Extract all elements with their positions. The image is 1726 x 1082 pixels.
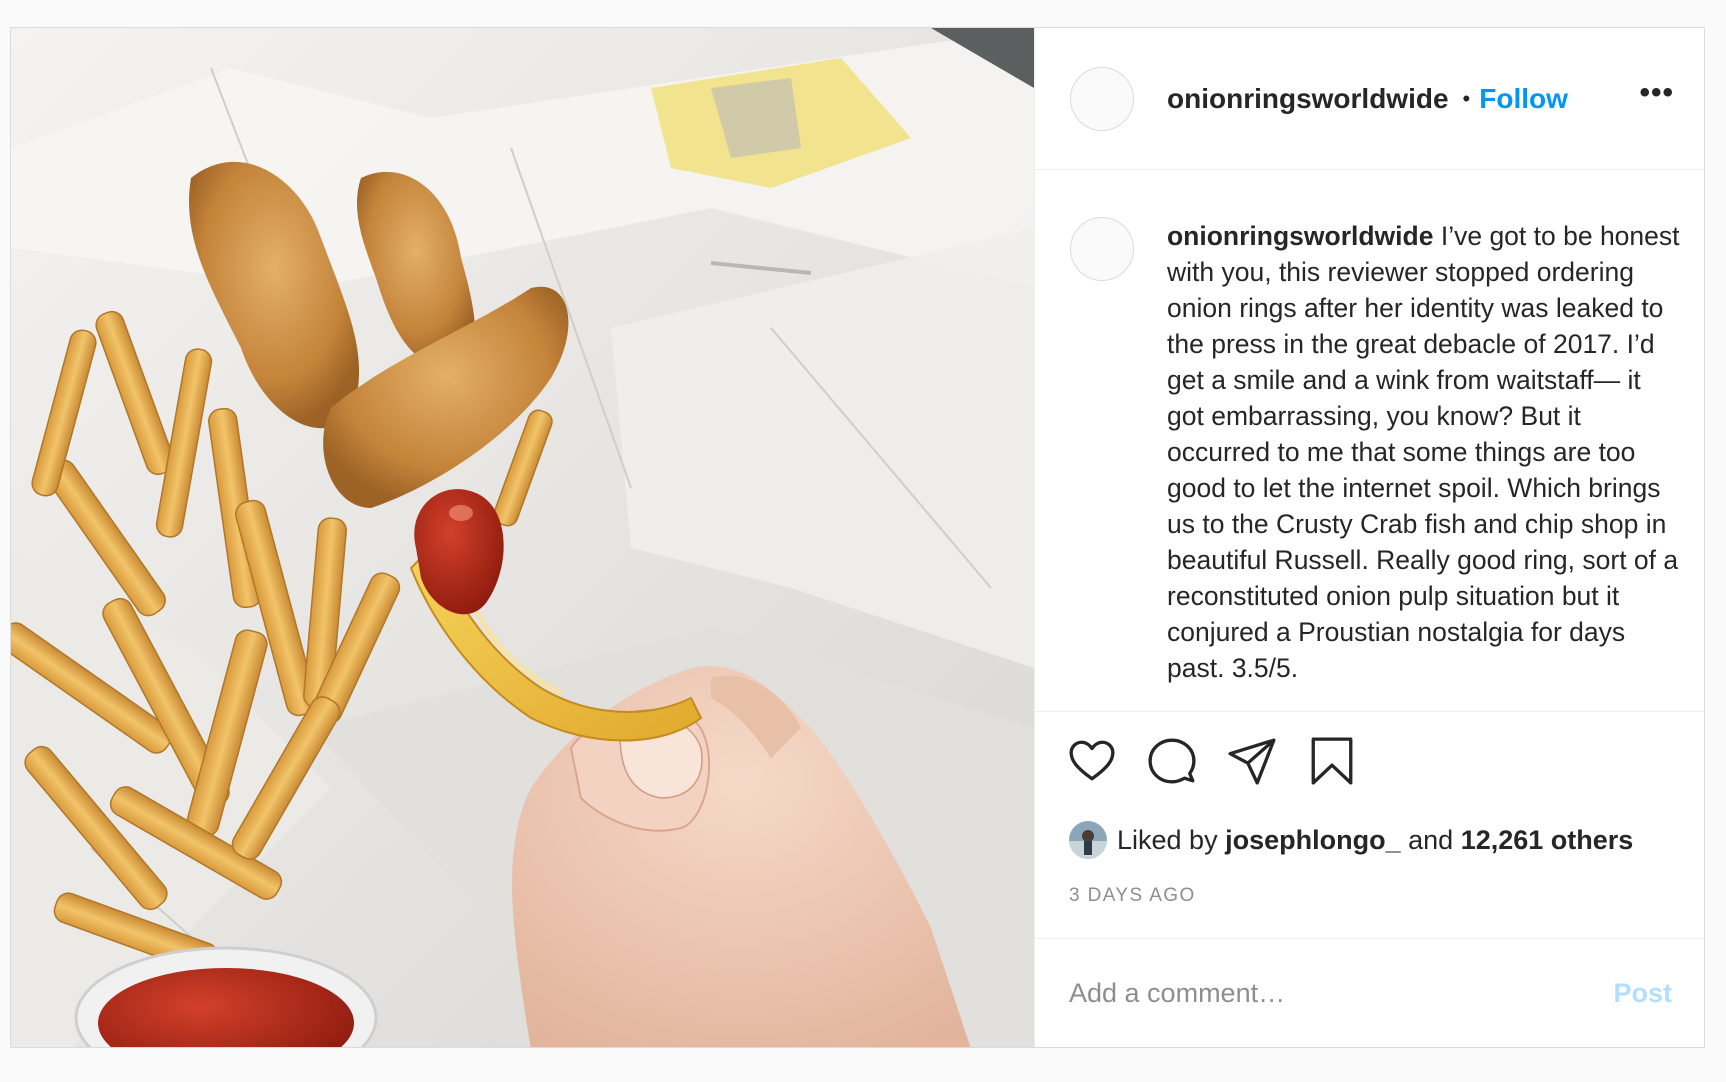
caption-author-avatar[interactable] [1070,217,1134,281]
post-side-panel: onionringsworldwide • Follow ••• onionri… [1034,28,1704,1047]
author-avatar[interactable] [1070,66,1134,131]
post-timestamp[interactable]: 3 DAYS AGO [1035,865,1704,939]
bookmark-icon[interactable] [1307,736,1357,786]
more-options-icon[interactable]: ••• [1639,77,1674,120]
liker-avatar[interactable] [1069,821,1107,859]
follow-button[interactable]: Follow [1479,83,1568,115]
comment-bar: Post [1035,939,1704,1047]
header-separator: • [1462,85,1471,111]
post-header: onionringsworldwide • Follow ••• [1035,28,1704,170]
food-photo-illustration [11,28,1034,1047]
caption-username[interactable]: onionringsworldwide [1167,221,1433,251]
caption: onionringsworldwide I’ve got to be hones… [1167,218,1682,691]
comment-input[interactable] [1069,977,1614,1009]
likes-count[interactable]: 12,261 others [1461,825,1634,856]
likes-conjunction: and [1408,824,1454,855]
post-photo[interactable] [11,28,1034,1047]
author-username[interactable]: onionringsworldwide [1167,83,1449,115]
caption-text: I’ve got to be honest with you, this rev… [1167,221,1680,683]
comment-icon[interactable] [1147,736,1197,786]
share-icon[interactable] [1227,736,1277,786]
post-comment-button[interactable]: Post [1613,978,1672,1009]
instagram-post: onionringsworldwide • Follow ••• onionri… [10,27,1705,1048]
heart-icon[interactable] [1067,736,1117,786]
liker-username[interactable]: josephlongo_ [1225,825,1401,856]
action-bar [1035,712,1704,821]
caption-area: onionringsworldwide I’ve got to be hones… [1035,170,1704,712]
liked-by-prefix: Liked by [1117,824,1218,855]
likes-summary: Liked by josephlongo_ and 12,261 others [1035,821,1704,859]
